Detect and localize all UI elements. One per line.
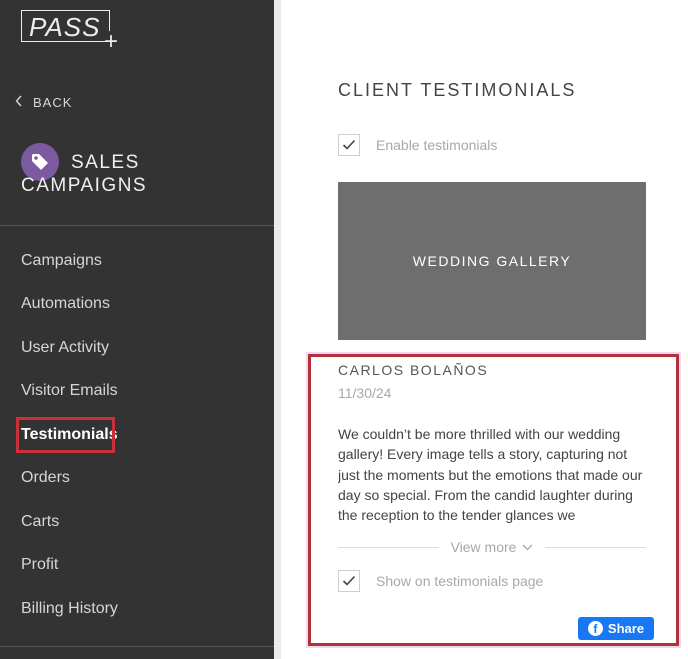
page-title: CLIENT TESTIMONIALS <box>338 80 577 100</box>
sidebar-divider <box>0 225 274 226</box>
checkmark-icon <box>342 575 356 586</box>
view-more-row: View more <box>338 537 647 557</box>
show-on-page-checkbox[interactable] <box>338 570 360 592</box>
divider-line <box>338 546 439 548</box>
gallery-label: WEDDING GALLERY <box>412 253 572 269</box>
divider-line <box>545 546 647 548</box>
logo-text: PASS <box>29 12 101 42</box>
sidebar-item-orders[interactable]: Orders <box>21 469 70 487</box>
pass-logo[interactable]: PASS + <box>21 10 121 55</box>
active-item-highlight <box>16 417 115 453</box>
enable-testimonials-row: Enable testimonials <box>338 134 497 156</box>
sidebar-item-profit[interactable]: Profit <box>21 556 58 574</box>
logo-plus: + <box>104 28 119 55</box>
client-name: CARLOS BOLAÑOS <box>338 362 489 378</box>
sidebar: PASS + BACK SALES CAMPAIGNS Campaigns Au… <box>0 0 274 659</box>
main-panel: CLIENT TESTIMONIALS Enable testimonials … <box>281 0 688 659</box>
view-more-button[interactable]: View more <box>439 539 546 555</box>
sidebar-item-automations[interactable]: Automations <box>21 295 110 313</box>
show-on-page-label: Show on testimonials page <box>376 573 544 589</box>
sidebar-item-carts[interactable]: Carts <box>21 513 59 531</box>
sidebar-item-billing-history[interactable]: Billing History <box>21 600 118 618</box>
panel-separator <box>274 0 281 659</box>
checkmark-icon <box>342 139 356 150</box>
sidebar-item-user-activity[interactable]: User Activity <box>21 339 109 357</box>
sidebar-item-visitor-emails[interactable]: Visitor Emails <box>21 382 118 400</box>
back-label: BACK <box>33 94 73 110</box>
section-title: SALES CAMPAIGNS <box>21 152 148 196</box>
share-label: Share <box>607 621 645 636</box>
back-link[interactable]: BACK <box>15 94 72 110</box>
facebook-icon: f <box>587 621 603 636</box>
enable-testimonials-checkbox[interactable] <box>338 134 360 156</box>
chevron-left-icon <box>15 94 23 110</box>
show-on-page-row: Show on testimonials page <box>338 570 543 592</box>
testimonial-text: We couldn’t be more thrilled with our we… <box>338 426 643 524</box>
chevron-down-icon <box>522 544 533 550</box>
testimonial-date: 11/30/24 <box>338 385 392 401</box>
view-more-label: View more <box>450 539 517 555</box>
sidebar-bottom-divider <box>0 646 274 647</box>
sidebar-item-campaigns[interactable]: Campaigns <box>21 252 102 270</box>
enable-testimonials-label: Enable testimonials <box>376 137 498 153</box>
facebook-share-button[interactable]: f Share <box>578 617 654 640</box>
gallery-cover[interactable]: WEDDING GALLERY <box>338 182 646 340</box>
